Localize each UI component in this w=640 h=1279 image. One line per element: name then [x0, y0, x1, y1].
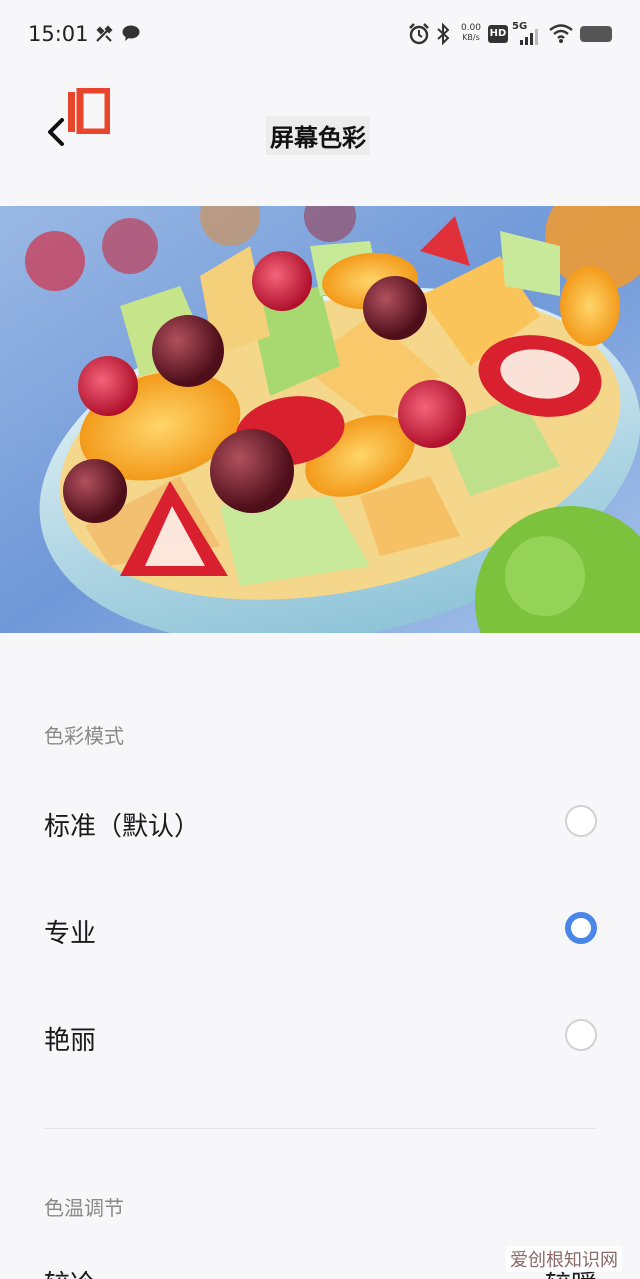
wifi-icon: [549, 24, 573, 43]
bluetooth-icon: [437, 22, 450, 46]
status-time: 15:01: [28, 22, 89, 46]
tools-icon: [96, 25, 113, 42]
temp-cool-label: 较冷: [44, 1264, 96, 1279]
color-preview-image: [0, 206, 640, 633]
fruit-bowl-image: [0, 206, 640, 633]
app-header: 屏幕色彩: [0, 68, 640, 206]
page-title: 屏幕色彩: [266, 116, 370, 155]
network-speed-value: 0.00: [460, 23, 482, 33]
divider: [44, 1128, 597, 1129]
hd-badge: HD: [488, 25, 508, 43]
network-speed-unit: KB/s: [462, 33, 480, 42]
option-standard[interactable]: 标准（默认）: [0, 776, 640, 866]
radio-professional[interactable]: [565, 912, 597, 944]
alarm-icon: [409, 23, 429, 45]
section-label-color-temp: 色温调节: [44, 1196, 124, 1220]
radio-vivid[interactable]: [565, 1019, 597, 1051]
battery-icon: [580, 26, 612, 42]
signal-icon: 5G: [512, 21, 546, 46]
option-label: 艳丽: [44, 1026, 97, 1056]
status-bar: 15:01 0.00 KB/s HD 5G: [0, 0, 640, 68]
network-speed: 0.00 KB/s: [458, 23, 484, 43]
back-button[interactable]: [40, 112, 70, 152]
option-vivid[interactable]: 艳丽: [0, 990, 640, 1080]
option-label: 专业: [44, 919, 97, 949]
section-label-color-mode: 色彩模式: [44, 724, 124, 748]
watermark: 爱创根知识网: [506, 1246, 622, 1272]
logo-10-icon: [68, 88, 110, 134]
radio-standard[interactable]: [565, 805, 597, 837]
option-professional[interactable]: 专业: [0, 883, 640, 973]
option-label: 标准（默认）: [44, 812, 201, 842]
chat-bubble-icon: [122, 25, 140, 41]
